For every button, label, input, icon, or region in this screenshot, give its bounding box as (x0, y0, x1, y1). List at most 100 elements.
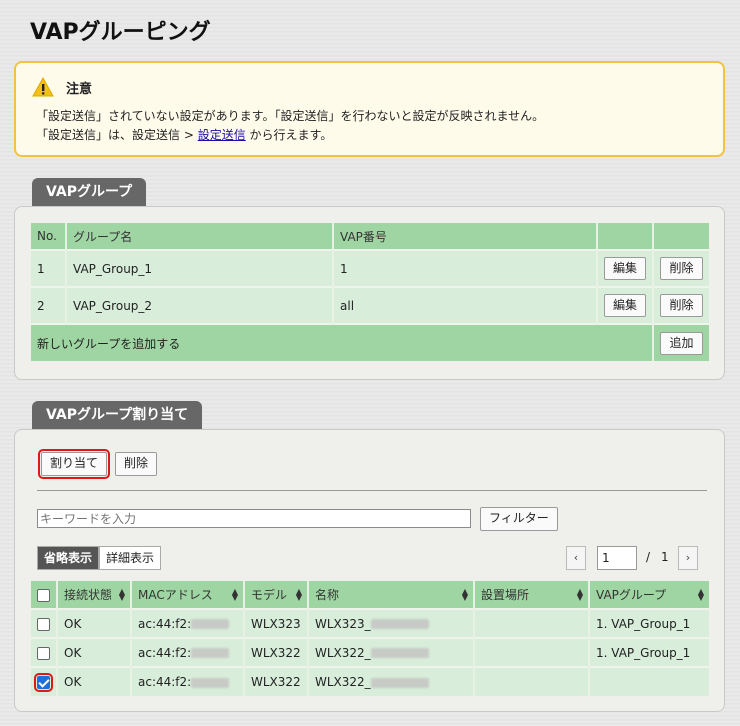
cell-vap-group: 1. VAP_Group_1 (589, 608, 709, 638)
cell-name: WLX323_ (308, 608, 475, 638)
col-vap-group: VAPグループ ▲ ▼ (589, 581, 709, 609)
prev-page-button[interactable]: ‹ (566, 546, 586, 570)
sort-icon[interactable]: ▲ ▼ (462, 588, 468, 602)
keyword-search-input[interactable] (37, 509, 471, 528)
col-model: モデル ▲ ▼ (244, 581, 309, 609)
cell-vap-number: all (333, 286, 598, 324)
notice-hint-prefix: 「設定送信」は、設定送信 > (36, 128, 198, 142)
cell-name: WLX322_ (308, 666, 475, 696)
col-location: 設置場所 ▲ ▼ (474, 581, 590, 609)
row-checkbox[interactable] (34, 673, 53, 692)
cell-vap-group (589, 666, 709, 696)
cell-no: 1 (31, 249, 67, 287)
mac-prefix: ac:44:f2: (138, 675, 192, 689)
table-row[interactable]: OK ac:44:f2: WLX323 WLX323_ 1. VAP_Group… (31, 608, 709, 638)
ap-table: 接続状態 ▲ ▼ MACアドレス ▲ ▼ モデル ▲ ▼ 名称 ▲ ▼ 設置場所 ▲ ▼ VAPグル… (31, 581, 709, 696)
vap-group-panel: No. グループ名 VAP番号 1 VAP_Group_1 1 編集 削除 2 … (14, 206, 725, 380)
delete-button[interactable]: 削除 (660, 257, 703, 280)
divider (37, 490, 707, 491)
col-vap-number: VAP番号 (333, 223, 598, 250)
cell-group-name: VAP_Group_2 (66, 286, 334, 324)
col-group-name: グループ名 (66, 223, 334, 250)
add-group-button[interactable]: 追加 (660, 331, 703, 355)
table-row[interactable]: OK ac:44:f2: WLX322 WLX322_ 1. VAP_Group… (31, 637, 709, 667)
sort-icon[interactable]: ▲ ▼ (698, 588, 704, 602)
table-row[interactable]: OK ac:44:f2: WLX322 WLX322_ (31, 666, 709, 696)
select-all-checkbox[interactable] (37, 588, 50, 602)
view-detail-toggle[interactable]: 詳細表示 (99, 546, 162, 570)
cell-status: OK (57, 637, 132, 667)
cell-model: WLX322 (244, 666, 309, 696)
cell-model: WLX322 (244, 637, 309, 667)
row-checkbox[interactable] (37, 617, 50, 631)
assign-button[interactable]: 割り当て (37, 449, 111, 479)
sort-icon[interactable]: ▲ ▼ (232, 588, 238, 602)
next-page-button[interactable]: › (678, 546, 698, 570)
vap-group-tab: VAPグループ (32, 178, 147, 206)
edit-button[interactable]: 編集 (604, 257, 646, 280)
name-prefix: WLX322_ (315, 675, 371, 689)
cell-mac: ac:44:f2: (131, 608, 245, 638)
cell-vap-group: 1. VAP_Group_1 (589, 637, 709, 667)
cell-status: OK (57, 666, 132, 696)
cell-no: 2 (31, 286, 67, 324)
cell-location (474, 666, 590, 696)
col-name-label: 名称 (315, 588, 340, 602)
col-status: 接続状態 ▲ ▼ (57, 581, 132, 609)
page-total: 1 (661, 550, 669, 564)
add-group-row: 新しいグループを追加する 追加 (31, 323, 709, 361)
redacted-text (370, 619, 429, 629)
table-row: 2 VAP_Group_2 all 編集 削除 (31, 286, 709, 324)
filter-button[interactable]: フィルター (480, 507, 558, 531)
redacted-text (191, 619, 230, 629)
edit-button[interactable]: 編集 (604, 294, 646, 317)
cell-model: WLX323 (244, 608, 309, 638)
cell-mac: ac:44:f2: (131, 637, 245, 667)
cell-location (474, 637, 590, 667)
mac-prefix: ac:44:f2: (138, 645, 192, 660)
col-mac: MACアドレス ▲ ▼ (131, 581, 245, 609)
redacted-text (370, 648, 429, 658)
cell-group-name: VAP_Group_1 (66, 249, 334, 287)
col-name: 名称 ▲ ▼ (308, 581, 475, 609)
redacted-text (370, 677, 429, 688)
col-edit (597, 223, 654, 250)
name-prefix: WLX322_ (315, 645, 371, 660)
mac-prefix: ac:44:f2: (138, 616, 192, 631)
notice-hint-suffix: から行えます。 (245, 128, 333, 142)
view-toggle: 省略表示 詳細表示 (37, 546, 162, 570)
col-status-label: 接続状態 (64, 588, 113, 602)
page-number-input[interactable]: 1 (597, 546, 637, 570)
cell-status: OK (57, 608, 132, 638)
cell-mac: ac:44:f2: (131, 666, 245, 696)
col-no: No. (31, 223, 67, 250)
sort-icon[interactable]: ▲ ▼ (119, 588, 125, 602)
sort-icon[interactable]: ▲ ▼ (577, 588, 583, 602)
vap-group-table: No. グループ名 VAP番号 1 VAP_Group_1 1 編集 削除 2 … (31, 223, 709, 361)
cell-name: WLX322_ (308, 637, 475, 667)
col-vap-group-label: VAPグループ (596, 588, 667, 602)
settings-send-link[interactable]: 設定送信 (198, 128, 246, 142)
notice-hint: 「設定送信」は、設定送信 > 設定送信 から行えます。 (36, 126, 332, 143)
cell-vap-number: 1 (333, 249, 598, 287)
page-title: VAPグルーピング (30, 20, 211, 45)
vap-assign-panel: 割り当て 削除 フィルター 省略表示 詳細表示 ‹ 1 / 1 › 接続状態 ▲▼… (14, 429, 725, 712)
warning-icon (32, 77, 54, 97)
notice-box: 注意 「設定送信」されていない設定があります。「設定送信」を行わないと設定が反映… (14, 61, 725, 157)
name-prefix: WLX323_ (315, 616, 371, 631)
add-group-label: 新しいグループを追加する (31, 323, 654, 361)
redacted-text (191, 648, 230, 658)
view-short-toggle[interactable]: 省略表示 (37, 546, 100, 570)
delete-button[interactable]: 削除 (660, 294, 703, 317)
col-delete (653, 223, 709, 250)
vap-assign-tab: VAPグループ割り当て (32, 401, 203, 429)
col-location-label: 設置場所 (481, 588, 530, 602)
col-mac-label: MACアドレス (138, 588, 213, 602)
sort-icon[interactable]: ▲ ▼ (296, 588, 302, 602)
redacted-text (191, 677, 230, 688)
assign-delete-button[interactable]: 削除 (115, 452, 158, 476)
col-model-label: モデル (251, 588, 288, 602)
notice-message: 「設定送信」されていない設定があります。「設定送信」を行わないと設定が反映されま… (36, 109, 545, 123)
cell-location (474, 608, 590, 638)
row-checkbox[interactable] (37, 646, 50, 660)
